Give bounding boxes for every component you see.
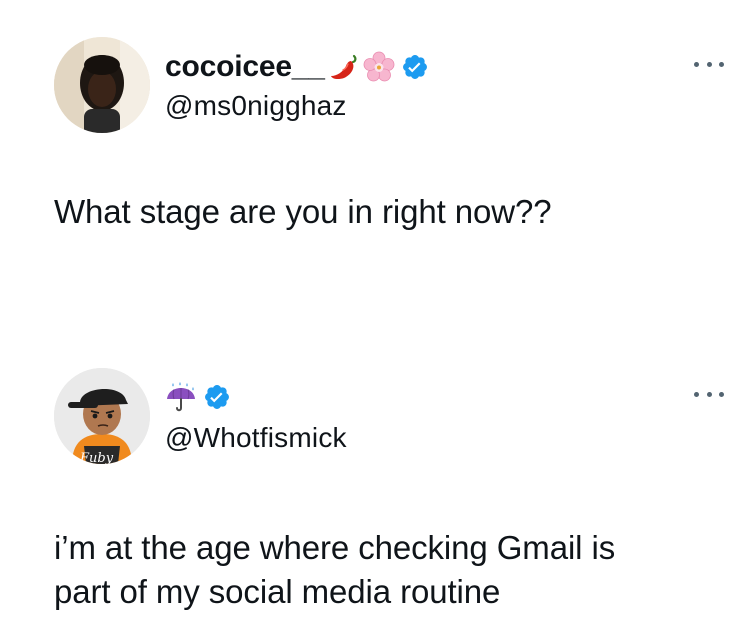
cherry-blossom-emoji <box>363 51 395 83</box>
avatar[interactable] <box>54 37 150 133</box>
more-dot <box>719 61 724 67</box>
user-handle[interactable]: @ms0nigghaz <box>165 90 347 122</box>
svg-text:Fuby: Fuby <box>79 451 114 464</box>
name-row: cocoicee__ <box>165 50 429 84</box>
more-options-button[interactable] <box>694 386 724 402</box>
more-horizontal-icon <box>694 61 699 67</box>
hot-pepper-emoji <box>329 52 359 82</box>
more-options-button[interactable] <box>694 56 724 72</box>
tweet-text: i’m at the age where checking Gmail is p… <box>54 529 616 610</box>
verified-badge-icon <box>401 53 429 81</box>
avatar-cartoon: Fuby <box>54 368 150 464</box>
umbrella-with-rain-emoji <box>165 381 197 413</box>
more-dot <box>706 61 712 67</box>
name-row <box>165 380 231 414</box>
avatar-photo <box>54 37 150 133</box>
tweet-text: What stage are you in right now?? <box>54 193 552 230</box>
tweet-card[interactable]: Fuby @Whotfismick i’m at the age where c… <box>0 330 754 640</box>
verified-badge-icon <box>203 383 231 411</box>
more-dot <box>719 391 724 397</box>
avatar[interactable]: Fuby <box>54 368 150 464</box>
user-handle[interactable]: @Whotfismick <box>165 422 347 454</box>
more-horizontal-icon <box>694 391 699 397</box>
tweet-card[interactable]: cocoicee__ @ms0nigghaz What stage are yo… <box>0 0 754 330</box>
more-dot <box>706 391 712 397</box>
display-name[interactable]: cocoicee__ <box>165 50 325 84</box>
